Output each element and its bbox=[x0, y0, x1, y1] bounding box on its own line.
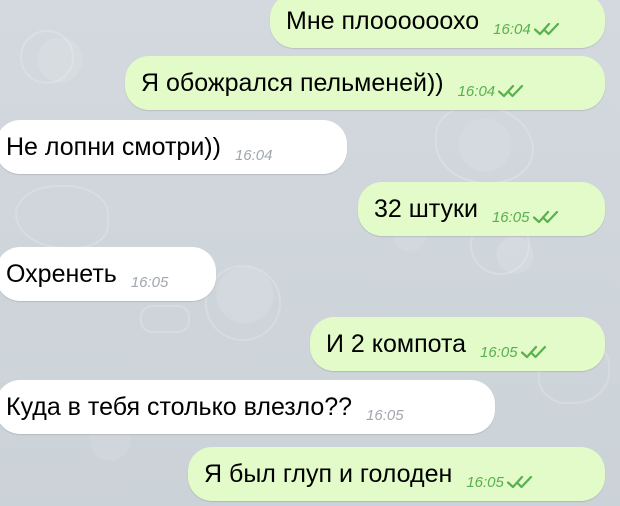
incoming-message[interactable]: Охренеть 16:05 bbox=[0, 247, 216, 301]
message-text: Куда в тебя столько влезло?? bbox=[6, 392, 353, 421]
message-time: 16:05 bbox=[130, 273, 169, 291]
background-doodle bbox=[15, 185, 109, 249]
double-check-icon bbox=[520, 344, 549, 360]
message-text: Не лопни смотри)) bbox=[6, 132, 221, 161]
outgoing-message[interactable]: И 2 компота 16:05 bbox=[310, 317, 605, 371]
outgoing-message[interactable]: Я был глуп и голоден 16:05 bbox=[188, 447, 605, 501]
incoming-message[interactable]: Не лопни смотри)) 16:04 bbox=[0, 120, 347, 174]
double-check-icon bbox=[498, 83, 526, 99]
message-meta: 16:04 bbox=[493, 21, 562, 37]
background-doodle bbox=[435, 105, 534, 184]
message-meta: 16:04 bbox=[235, 148, 273, 163]
message-meta: 16:04 bbox=[458, 83, 527, 99]
background-doodle bbox=[20, 30, 74, 84]
message-meta: 16:05 bbox=[466, 474, 535, 490]
double-check-icon bbox=[506, 474, 535, 490]
message-text: И 2 компота bbox=[326, 329, 467, 358]
message-meta: 16:05 bbox=[492, 209, 561, 225]
message-time: 16:05 bbox=[480, 343, 518, 361]
double-check-icon bbox=[532, 209, 561, 225]
message-time: 16:05 bbox=[491, 208, 530, 226]
message-text: Я обожрался пельменей)) bbox=[141, 68, 444, 97]
incoming-message[interactable]: Куда в тебя столько влезло?? 16:05 bbox=[0, 380, 495, 434]
background-doodle bbox=[140, 305, 190, 333]
message-text: Мне плоооооохо bbox=[286, 6, 480, 35]
message-text: Охренеть bbox=[6, 259, 117, 288]
message-text: Я был глуп и голоден bbox=[204, 459, 453, 488]
message-time: 16:05 bbox=[466, 473, 504, 491]
message-text: 32 штуки bbox=[374, 194, 478, 223]
message-meta: 16:05 bbox=[480, 344, 549, 360]
message-time: 16:04 bbox=[457, 82, 496, 100]
outgoing-message[interactable]: Мне плоооооохо 16:04 bbox=[270, 0, 605, 48]
message-meta: 16:05 bbox=[366, 408, 404, 423]
message-time: 16:04 bbox=[493, 20, 531, 38]
outgoing-message[interactable]: 32 штуки 16:05 bbox=[358, 182, 605, 236]
message-time: 16:04 bbox=[234, 146, 273, 164]
double-check-icon bbox=[533, 21, 562, 37]
background-doodle bbox=[205, 265, 281, 341]
outgoing-message[interactable]: Я обожрался пельменей)) 16:04 bbox=[125, 56, 605, 110]
message-meta: 16:05 bbox=[131, 275, 169, 290]
message-time: 16:05 bbox=[366, 406, 404, 424]
